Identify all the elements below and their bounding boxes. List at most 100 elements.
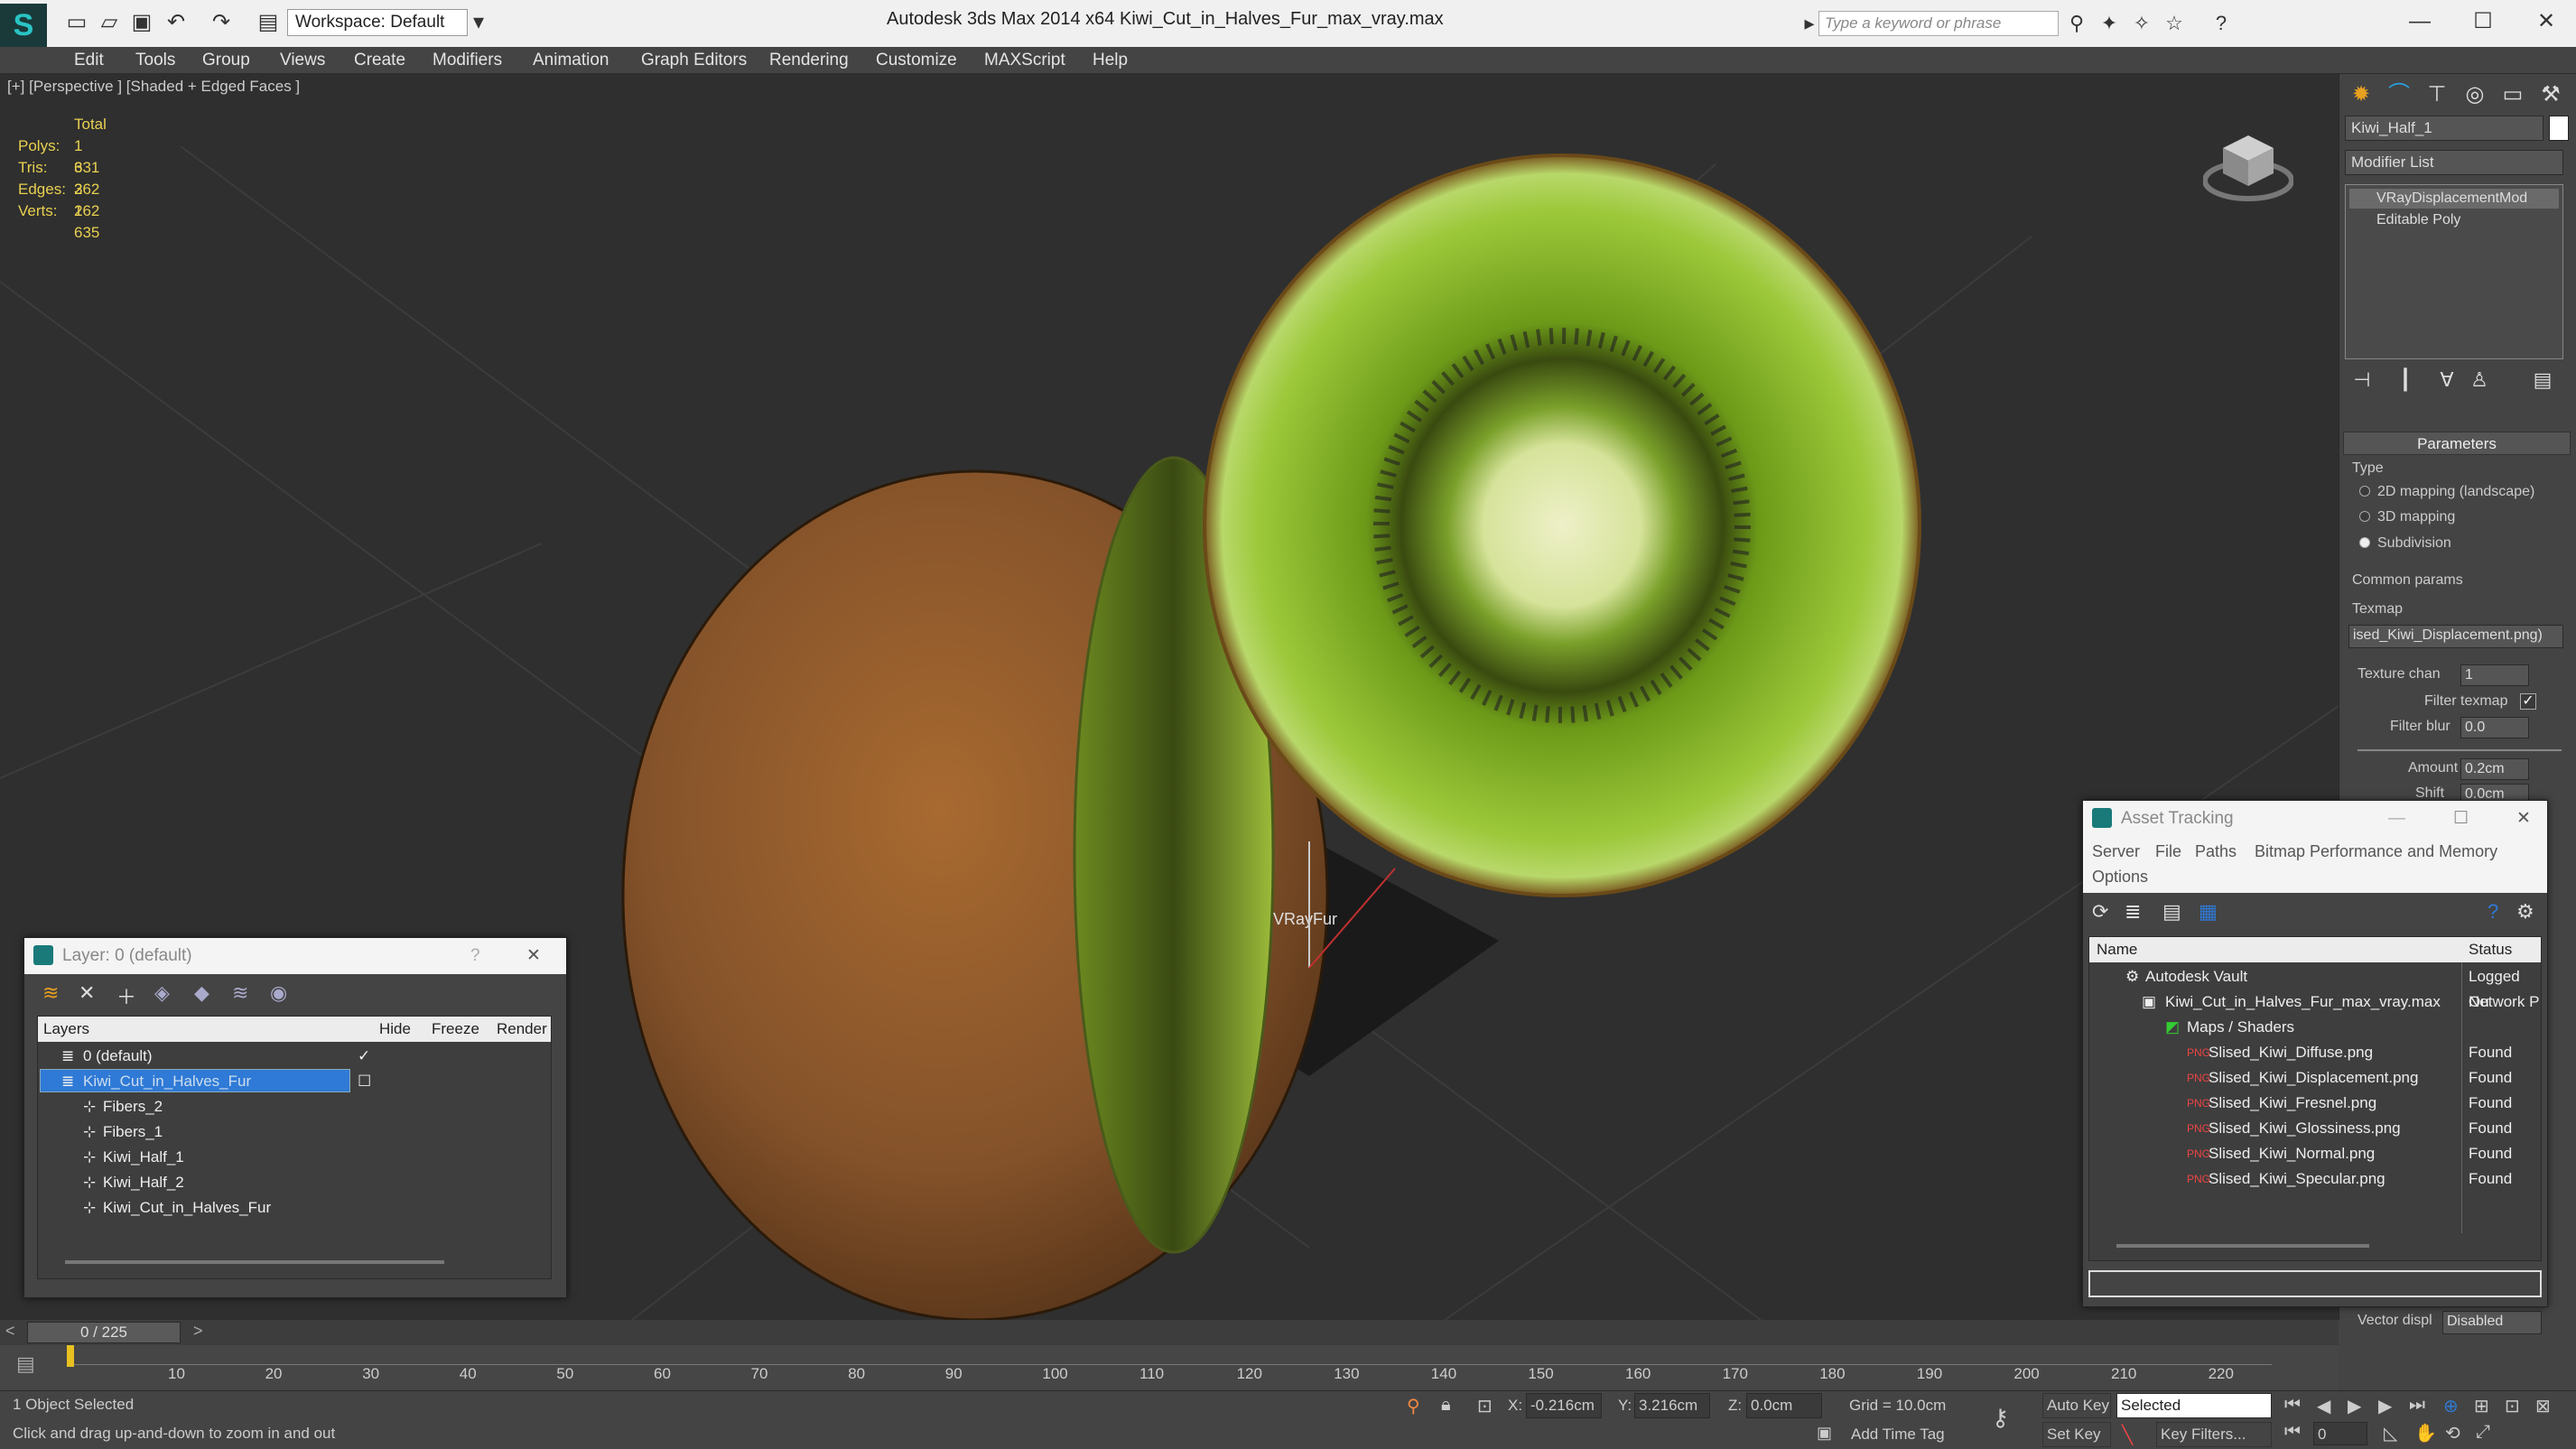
- maximize-button[interactable]: ☐: [2451, 4, 2515, 40]
- column-header[interactable]: Layers: [43, 1017, 89, 1042]
- layer-window-titlebar[interactable]: Layer: 0 (default) ? ✕: [24, 938, 566, 974]
- menu-views[interactable]: Views: [280, 47, 325, 74]
- freeze-all-layers-icon[interactable]: ◉: [270, 981, 287, 1005]
- binoculars-icon[interactable]: ⚲: [2064, 11, 2089, 36]
- list-view-icon[interactable]: ≣: [2125, 900, 2141, 924]
- viewcube-icon[interactable]: [2203, 117, 2293, 208]
- menu-animation[interactable]: Animation: [533, 47, 609, 74]
- radio-subdivision[interactable]: [2359, 537, 2370, 548]
- settings-icon[interactable]: ⚙: [2516, 900, 2534, 924]
- asset-row[interactable]: ▣ Kiwi_Cut_in_Halves_Fur_max_vray.max Ne…: [2089, 989, 2541, 1015]
- search-input[interactable]: Type a keyword or phrase: [1818, 11, 2059, 36]
- object-name-field[interactable]: Kiwi_Half_1: [2345, 116, 2543, 141]
- asset-menu-paths[interactable]: Paths: [2195, 842, 2237, 861]
- save-file-icon[interactable]: ▣: [128, 9, 155, 36]
- asset-menu-server[interactable]: Server: [2092, 842, 2140, 861]
- stack-item[interactable]: Editable Poly: [2349, 210, 2559, 230]
- maximize-icon[interactable]: ☐: [2453, 801, 2469, 837]
- z-coord-field[interactable]: 0.0cm: [1746, 1393, 1822, 1418]
- asset-row[interactable]: PNG Slised_Kiwi_Diffuse.png Found: [2089, 1040, 2541, 1065]
- zoom-icon[interactable]: ⊕: [2443, 1395, 2459, 1417]
- add-to-layer-icon[interactable]: ＋: [116, 981, 136, 1010]
- asset-menu-bitmap[interactable]: Bitmap Performance and Memory: [2255, 842, 2497, 861]
- key-icon[interactable]: ⚷: [1992, 1404, 2009, 1432]
- show-end-result-icon[interactable]: ┃: [2392, 368, 2419, 395]
- layer-row[interactable]: ≣ 0 (default) ✓: [38, 1044, 551, 1069]
- transform-mode-icon[interactable]: ⊡: [1477, 1395, 1493, 1417]
- asset-window-titlebar[interactable]: Asset Tracking — ☐ ✕: [2083, 801, 2547, 837]
- pan-view-icon[interactable]: ✋: [2414, 1422, 2437, 1444]
- hierarchy-tab-icon[interactable]: ⊤: [2419, 78, 2455, 112]
- asset-row[interactable]: PNG Slised_Kiwi_Specular.png Found: [2089, 1166, 2541, 1192]
- column-header[interactable]: Status: [2469, 937, 2512, 962]
- select-objects-icon[interactable]: ◈: [154, 981, 170, 1005]
- asset-menu-options[interactable]: Options: [2092, 868, 2148, 887]
- asset-row[interactable]: ◩ Maps / Shaders: [2089, 1015, 2541, 1040]
- set-key-icon[interactable]: ╲: [2122, 1424, 2133, 1446]
- menu-create[interactable]: Create: [354, 47, 405, 74]
- create-layer-icon[interactable]: ≋: [42, 981, 59, 1005]
- minimize-button[interactable]: —: [2388, 4, 2451, 40]
- workspace-dropdown[interactable]: Workspace: Default: [287, 9, 468, 36]
- asset-menu-file[interactable]: File: [2155, 842, 2181, 861]
- layer-row[interactable]: ⊹ Kiwi_Half_2: [38, 1170, 551, 1195]
- layer-row[interactable]: ⊹ Fibers_1: [38, 1119, 551, 1145]
- key-mode-icon[interactable]: ⏮: [2284, 1422, 2301, 1443]
- menu-help[interactable]: Help: [1093, 47, 1128, 74]
- radio-3d-mapping[interactable]: [2359, 511, 2370, 522]
- y-coord-field[interactable]: 3.216cm: [1634, 1393, 1710, 1418]
- subscription-icon[interactable]: ✦: [2097, 11, 2122, 36]
- menu-rendering[interactable]: Rendering: [769, 47, 849, 74]
- curve-editor-icon[interactable]: ▤: [16, 1352, 35, 1376]
- filter-texmap-checkbox[interactable]: ✓: [2520, 693, 2536, 710]
- time-prev-icon[interactable]: <: [5, 1322, 15, 1341]
- current-frame-field[interactable]: 0: [2313, 1422, 2367, 1445]
- go-to-end-icon[interactable]: ⏭: [2409, 1395, 2425, 1416]
- current-frame-marker[interactable]: [67, 1345, 74, 1367]
- orbit-icon[interactable]: ⟲: [2445, 1422, 2460, 1444]
- column-header[interactable]: Render: [497, 1017, 547, 1042]
- minimize-icon[interactable]: —: [2388, 801, 2405, 837]
- help-icon[interactable]: ?: [2488, 900, 2498, 924]
- open-file-icon[interactable]: ▱: [96, 9, 123, 36]
- column-header[interactable]: Freeze: [432, 1017, 479, 1042]
- x-coord-field[interactable]: -0.216cm: [1526, 1393, 1602, 1418]
- isolate-icon[interactable]: ⚲: [1407, 1395, 1420, 1417]
- project-folder-icon[interactable]: ▤: [255, 9, 282, 36]
- viewport-label[interactable]: [+] [Perspective ] [Shaded + Edged Faces…: [7, 78, 300, 96]
- lock-selection-icon[interactable]: 🔒︎: [1441, 1395, 1451, 1416]
- play-icon[interactable]: ▶: [2348, 1395, 2361, 1417]
- horizontal-scrollbar[interactable]: [65, 1260, 444, 1264]
- menu-modifiers[interactable]: Modifiers: [432, 47, 502, 74]
- asset-row[interactable]: PNG Slised_Kiwi_Glossiness.png Found: [2089, 1116, 2541, 1141]
- horizontal-scrollbar[interactable]: [2116, 1244, 2369, 1248]
- key-filters-button[interactable]: Key Filters...: [2156, 1422, 2272, 1447]
- create-tab-icon[interactable]: ✹: [2343, 78, 2379, 112]
- redo-icon[interactable]: ↷: [208, 9, 235, 36]
- layer-row[interactable]: ⊹ Kiwi_Cut_in_Halves_Fur: [38, 1195, 551, 1221]
- radio-2d-mapping[interactable]: [2359, 486, 2370, 497]
- delete-layer-icon[interactable]: ✕: [79, 981, 95, 1005]
- active-check-icon[interactable]: ✓: [358, 1044, 370, 1069]
- utilities-tab-icon[interactable]: ⚒: [2533, 78, 2569, 112]
- texmap-button[interactable]: ised_Kiwi_Displacement.png): [2348, 625, 2563, 648]
- layer-row[interactable]: ⊹ Kiwi_Half_1: [38, 1145, 551, 1170]
- key-mode-dropdown[interactable]: Selected: [2116, 1393, 2272, 1418]
- time-slider[interactable]: < 0 / 225 >: [0, 1320, 2339, 1345]
- tree-view-icon[interactable]: ▤: [2162, 900, 2181, 924]
- new-file-icon[interactable]: ▭: [63, 9, 90, 36]
- asset-path-field[interactable]: [2088, 1270, 2542, 1297]
- communication-icon[interactable]: ✧: [2129, 11, 2154, 36]
- motion-tab-icon[interactable]: ◎: [2457, 78, 2493, 112]
- amount-spinner[interactable]: 0.2cm: [2460, 758, 2529, 780]
- add-time-tag[interactable]: Add Time Tag: [1851, 1426, 1945, 1444]
- vector-displ-dropdown[interactable]: Disabled: [2442, 1311, 2542, 1334]
- set-key-button[interactable]: Set Key: [2042, 1422, 2111, 1447]
- go-to-start-icon[interactable]: ⏮: [2284, 1395, 2301, 1416]
- zoom-extents-icon[interactable]: ⊡: [2505, 1395, 2520, 1417]
- menu-group[interactable]: Group: [202, 47, 250, 74]
- chevron-down-icon[interactable]: ▾: [465, 9, 492, 36]
- time-next-icon[interactable]: >: [193, 1322, 203, 1341]
- layer-row[interactable]: ≣ Kiwi_Cut_in_Halves_Fur ☐: [38, 1069, 551, 1094]
- zoom-extents-all-icon[interactable]: ⊠: [2535, 1395, 2551, 1417]
